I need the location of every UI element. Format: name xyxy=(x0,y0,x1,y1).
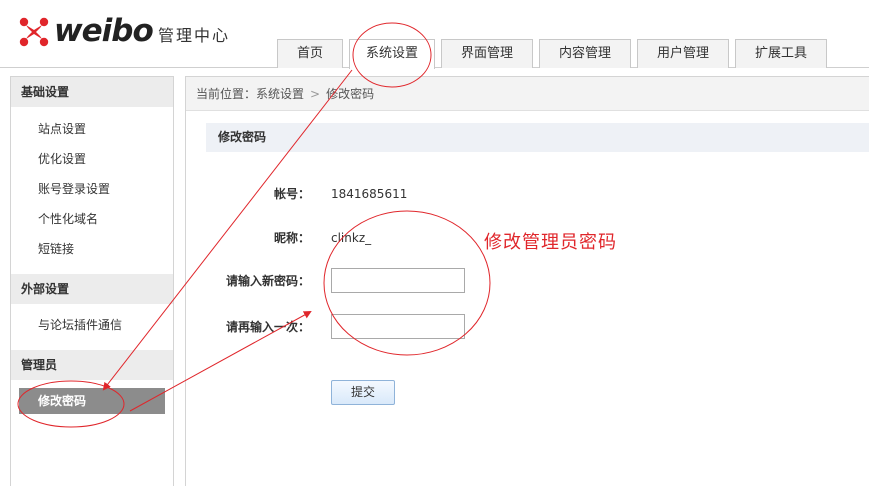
breadcrumb-separator: > xyxy=(310,87,321,101)
tab-content-management[interactable]: 内容管理 xyxy=(539,39,631,68)
sidebar-group-admin[interactable]: 管理员 xyxy=(11,350,173,380)
sidebar-item-forum-plugin-communication[interactable]: 与论坛插件通信 xyxy=(38,316,122,334)
confirm-password-label: 请再输入一次： xyxy=(225,320,310,334)
tab-extension-tools[interactable]: 扩展工具 xyxy=(735,39,827,68)
sidebar-item-change-password[interactable]: 修改密码 xyxy=(19,388,165,414)
tab-home[interactable]: 首页 xyxy=(277,39,343,68)
breadcrumb-item-change-password: 修改密码 xyxy=(326,87,375,101)
tab-interface-management[interactable]: 界面管理 xyxy=(441,39,533,68)
tab-user-management[interactable]: 用户管理 xyxy=(637,39,729,68)
logo-subtitle: 管理中心 xyxy=(158,26,231,45)
annotation-text: 修改管理员密码 xyxy=(484,232,617,253)
sidebar-item-account-login-settings[interactable]: 账号登录设置 xyxy=(38,180,110,198)
account-label: 帐号： xyxy=(273,187,310,201)
account-value: 1841685611 xyxy=(331,187,408,201)
sidebar-item-site-settings[interactable]: 站点设置 xyxy=(38,120,86,138)
header: weibo 管理中心 首页 系统设置 界面管理 内容管理 用户管理 扩展工具 xyxy=(0,0,869,69)
new-password-input[interactable] xyxy=(331,268,465,293)
nickname-label: 昵称： xyxy=(273,231,310,245)
new-password-label: 请输入新密码： xyxy=(225,274,310,288)
weibo-logo-icon xyxy=(19,17,49,47)
sidebar: 基础设置 站点设置 优化设置 账号登录设置 个性化域名 短链接 外部设置 与论坛… xyxy=(10,76,174,486)
submit-button[interactable]: 提交 xyxy=(331,380,395,405)
tab-system-settings[interactable]: 系统设置 xyxy=(349,39,435,69)
logo-text: weibo xyxy=(54,13,154,49)
main-content: 当前位置：系统设置 > 修改密码 修改密码 帐号： 1841685611 昵称： c… xyxy=(185,76,869,486)
sidebar-item-optimization-settings[interactable]: 优化设置 xyxy=(38,150,86,168)
sidebar-item-short-link[interactable]: 短链接 xyxy=(38,240,74,258)
sidebar-group-basic-settings[interactable]: 基础设置 xyxy=(11,77,173,107)
confirm-password-input[interactable] xyxy=(331,314,465,339)
breadcrumb-prefix: 当前位置： xyxy=(196,87,257,101)
breadcrumb: 当前位置：系统设置 > 修改密码 xyxy=(186,77,869,111)
sidebar-group-external-settings[interactable]: 外部设置 xyxy=(11,274,173,304)
section-title: 修改密码 xyxy=(206,123,869,152)
sidebar-item-custom-domain[interactable]: 个性化域名 xyxy=(38,210,98,228)
weibo-logo[interactable]: weibo 管理中心 xyxy=(18,13,248,54)
breadcrumb-item-system-settings[interactable]: 系统设置 xyxy=(256,87,304,101)
nickname-value: clinkz_ xyxy=(331,231,372,245)
